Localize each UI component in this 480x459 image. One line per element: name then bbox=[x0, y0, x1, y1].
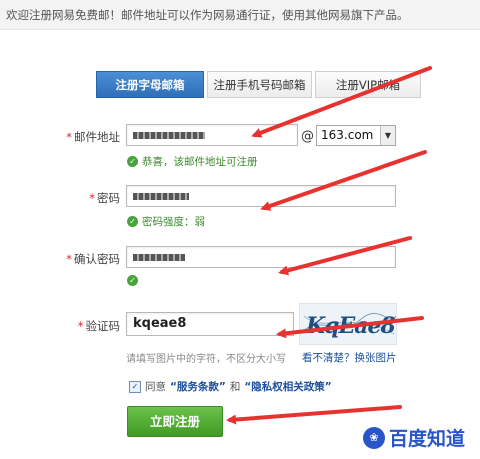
masked-email bbox=[133, 132, 205, 139]
agree-and: 和 bbox=[229, 381, 241, 393]
service-terms-link[interactable]: “服务条款” bbox=[170, 379, 226, 394]
email-field[interactable] bbox=[126, 124, 298, 146]
captcha-label: * 验证码 bbox=[36, 318, 120, 334]
masked-confirm-password bbox=[133, 254, 185, 261]
password-strength-text: 密码强度：弱 bbox=[142, 216, 205, 228]
captcha-hint: 请填写图片中的字符，不区分大小写 bbox=[126, 354, 286, 365]
captcha-image-graphic: KqEae8 bbox=[301, 313, 396, 339]
email-success-hint: ✓ 恭喜，该邮件地址可注册 bbox=[127, 154, 258, 169]
tab-letter-email[interactable]: 注册字母邮箱 bbox=[96, 71, 204, 98]
password-field[interactable] bbox=[126, 185, 396, 207]
agree-checkbox[interactable]: ✓ bbox=[129, 380, 141, 393]
password-label: * 密码 bbox=[36, 190, 120, 206]
at-sign: @ bbox=[301, 129, 314, 144]
privacy-policy-link[interactable]: “隐私权相关政策” bbox=[244, 379, 331, 394]
email-label: * 邮件地址 bbox=[36, 129, 120, 145]
welcome-banner: 欢迎注册网易免费邮！邮件地址可以作为网易通行证，使用其他网易旗下产品。 bbox=[0, 0, 480, 30]
agreement-row: ✓ 同意 “服务条款” 和 “隐私权相关政策” bbox=[129, 379, 332, 394]
refresh-captcha-link[interactable]: 看不清楚？换张图片 bbox=[302, 350, 397, 365]
confirm-password-label: * 确认密码 bbox=[36, 251, 120, 267]
email-hint-text: 恭喜，该邮件地址可注册 bbox=[142, 156, 258, 168]
agree-prefix: 同意 bbox=[145, 381, 166, 393]
email-domain-value: 163.com bbox=[321, 128, 374, 142]
captcha-field[interactable]: kqeae8 bbox=[126, 312, 294, 336]
required-mark: * bbox=[77, 319, 84, 333]
captcha-label-text: 验证码 bbox=[85, 319, 121, 333]
tab-mobile-email[interactable]: 注册手机号码邮箱 bbox=[207, 71, 312, 98]
required-mark: * bbox=[89, 191, 95, 205]
captcha-image-text: KqEae8 bbox=[305, 313, 396, 339]
confirm-password-ok: ✓ bbox=[127, 275, 138, 286]
paw-icon: ❀ bbox=[363, 426, 385, 449]
password-label-text: 密码 bbox=[97, 191, 120, 205]
baidu-zhidao-watermark: ❀ 百度知道 bbox=[363, 424, 465, 451]
confirm-password-field[interactable] bbox=[126, 246, 396, 268]
arrow-register bbox=[226, 405, 402, 425]
required-mark: * bbox=[66, 252, 72, 266]
tab-vip-email[interactable]: 注册VIP邮箱 bbox=[315, 71, 421, 98]
masked-password bbox=[133, 193, 189, 200]
email-domain-select[interactable]: 163.com ▼ bbox=[316, 125, 396, 146]
watermark-text: 百度知道 bbox=[389, 428, 466, 450]
check-circle-icon: ✓ bbox=[127, 216, 138, 227]
confirm-password-label-text: 确认密码 bbox=[74, 252, 120, 266]
register-tabs: 注册字母邮箱 注册手机号码邮箱 注册VIP邮箱 bbox=[96, 71, 424, 98]
captcha-image[interactable]: KqEae8 bbox=[299, 303, 397, 345]
required-mark: * bbox=[66, 130, 72, 144]
email-label-text: 邮件地址 bbox=[74, 130, 120, 144]
check-circle-icon: ✓ bbox=[127, 156, 138, 167]
password-strength-hint: ✓ 密码强度：弱 bbox=[127, 214, 205, 229]
register-button[interactable]: 立即注册 bbox=[127, 406, 223, 437]
chevron-down-icon[interactable]: ▼ bbox=[380, 126, 395, 145]
check-circle-icon: ✓ bbox=[127, 275, 138, 286]
